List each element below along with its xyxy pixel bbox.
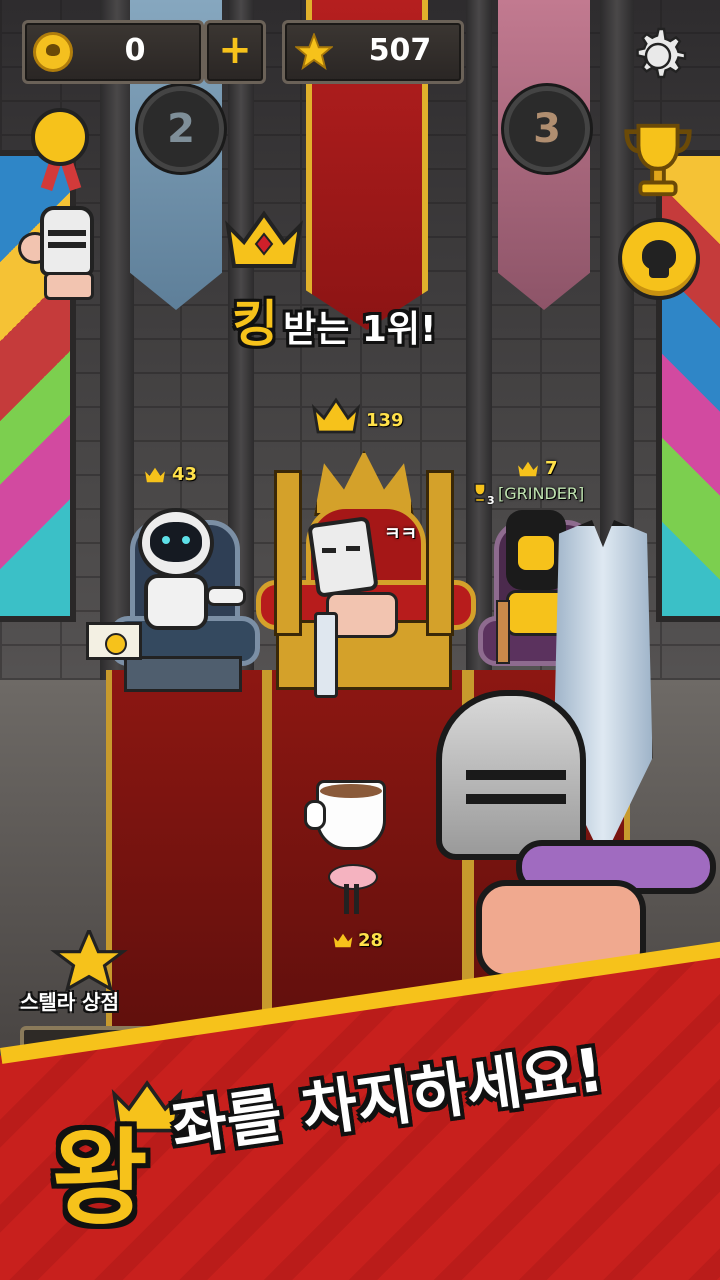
skull-coin-icon [33, 32, 73, 72]
crown-icon [145, 467, 165, 483]
trophy-badge-number: 3 [487, 494, 495, 507]
star-icon [295, 33, 333, 71]
crown-icon [311, 397, 361, 434]
stella-shop-star-icon[interactable] [48, 930, 130, 992]
right-player-score: 7 [545, 458, 558, 479]
skull-icon [642, 240, 676, 270]
astronaut-character [126, 508, 246, 648]
skull-coin-counter: 0 [22, 20, 204, 84]
add-currency-button[interactable]: + [204, 20, 266, 84]
crown-icon [225, 210, 303, 268]
front-player-score: 28 [358, 930, 384, 951]
foreground-knight-character [436, 520, 720, 980]
king-speech: ㅋㅋ [384, 524, 418, 545]
trophy-icon[interactable] [618, 118, 698, 204]
crown-icon [518, 461, 538, 477]
star-counter: 507 [282, 20, 464, 84]
settings-gear-icon[interactable] [622, 20, 694, 92]
rank-3-medallion: 3 [504, 86, 590, 172]
skull-coin-value: 0 [124, 33, 146, 68]
skull-coin-button[interactable] [618, 218, 700, 300]
star-value: 507 [368, 33, 432, 68]
knight-avatar-button[interactable] [18, 206, 98, 300]
king-caption-highlight: 킹 [232, 295, 278, 353]
planet-flag [86, 622, 142, 660]
king-score: 139 [366, 410, 404, 431]
medal-icon[interactable] [26, 108, 96, 192]
rank-2-medallion: 2 [138, 86, 224, 172]
rank-2-number: 2 [167, 106, 195, 152]
player-guild-tag: [GRINDER] [498, 484, 585, 503]
rank-3-number: 3 [533, 106, 561, 152]
plus-icon: + [218, 27, 252, 73]
king-caption: 킹 받는 1위! [232, 284, 532, 354]
stella-shop-label[interactable]: 스텔라 상점 [20, 986, 119, 1015]
coffee-ballerina-character [304, 780, 406, 920]
left-player-score: 43 [172, 464, 198, 485]
promo-big-character: 왕 [52, 1117, 148, 1239]
king-caption-text: 받는 1위! [283, 309, 437, 350]
crown-icon [333, 933, 353, 948]
carpet-left [106, 670, 268, 1050]
